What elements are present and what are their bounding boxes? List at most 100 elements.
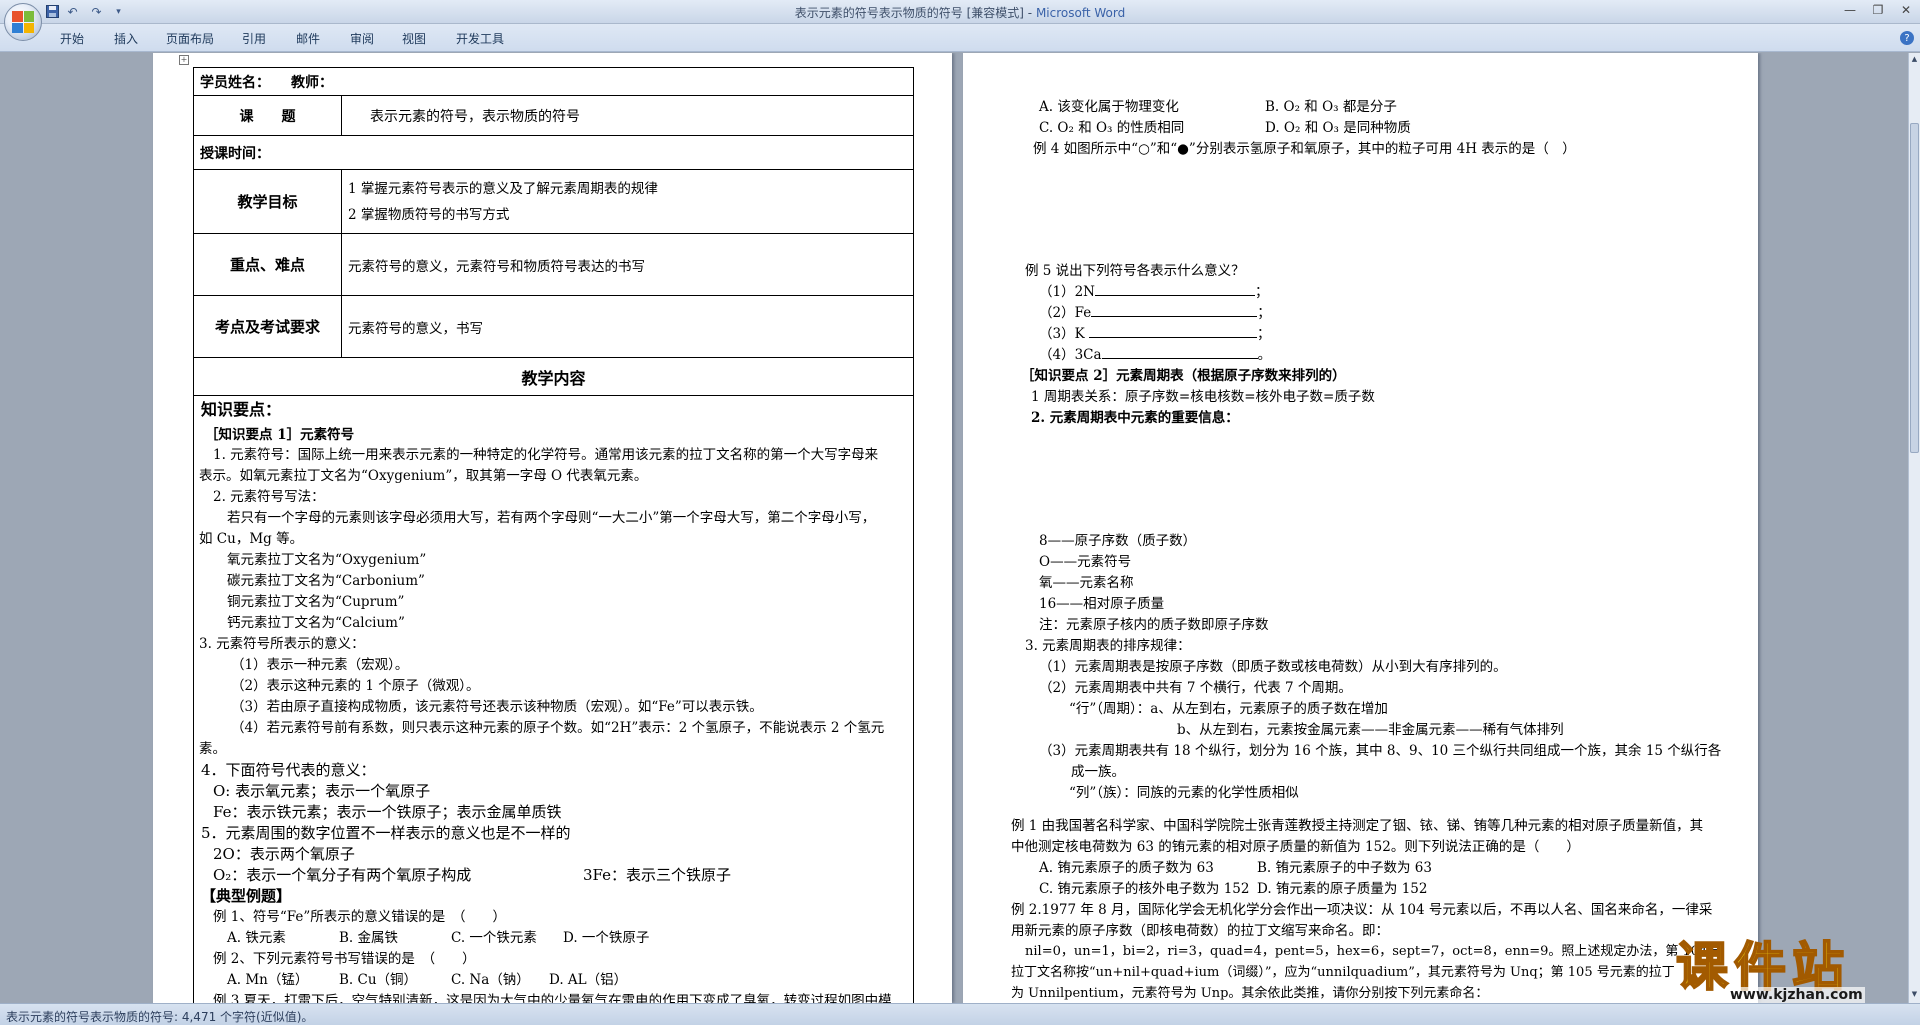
text-line: 若只有一个字母的元素则该字母必须用大写，若有两个字母则“一大二小”第一个字母大写… — [227, 510, 876, 526]
option-a: A. 铁元素 — [227, 930, 286, 946]
text-line: （2）表示这种元素的 1 个原子（微观）。 — [231, 678, 480, 694]
text-line: b、从左到右，元素按金属元素——非金属元素——稀有气体排列 — [1177, 722, 1564, 738]
tab-mailings[interactable]: 邮件 — [296, 30, 320, 47]
document-title: 表示元素的符号表示物质的符号 [兼容模式] — [794, 6, 1024, 20]
text-line: 1 周期表关系：原子序数=核电核数=核外电子数=质子数 — [1031, 389, 1375, 405]
text-line: nil=0，un=1，bi=2，ri=3，quad=4，pent=5，hex=6… — [1025, 944, 1725, 959]
tab-references[interactable]: 引用 — [242, 30, 266, 47]
blank-label: （3）K — [1039, 326, 1085, 342]
text-line: 注：元素原子核内的质子数即原子序数 — [1039, 617, 1269, 633]
save-icon[interactable] — [44, 3, 61, 20]
help-icon[interactable]: ? — [1900, 31, 1914, 45]
text-line: O: 表示氧元素；表示一个氧原子 — [213, 782, 431, 800]
section1-heading: ［知识要点 1］元素符号 — [205, 427, 355, 443]
page-right[interactable]: A. 该变化属于物理变化 B. O₂ 和 O₃ 都是分子 C. O₂ 和 O₃ … — [963, 53, 1758, 1003]
document-workspace: + 学员姓名： 教师： 课 题 表示元素的符号，表示物质的符号 授课时间： 教学… — [0, 53, 1908, 1003]
scroll-thumb[interactable] — [1910, 123, 1919, 453]
option-b: B. 铕元素原子的中子数为 63 — [1257, 860, 1432, 876]
tab-insert[interactable]: 插入 — [114, 30, 138, 47]
text-line: 8——原子序数（质子数） — [1039, 533, 1197, 549]
section2-heading: ［知识要点 2］元素周期表（根据原子序数来排列的） — [1021, 368, 1346, 384]
text-line: 拉丁文名称按“un+nil+quad+ium（词缀）”，应为“unnilquad… — [1011, 965, 1675, 980]
topic-value: 表示元素的符号，表示物质的符号 — [341, 95, 914, 136]
goals-value: 1 掌握元素符号表示的意义及了解元素周期表的规律 2 掌握物质符号的书写方式 — [341, 169, 914, 234]
minimize-icon[interactable]: — — [1838, 1, 1862, 19]
vertical-scrollbar[interactable]: ▲ ▼ — [1908, 53, 1920, 1003]
option-c: C. 一个铁元素 — [451, 930, 537, 946]
text-line: 1. 元素符号：国际上统一用来表示元素的一种特定的化学符号。通常用该元素的拉丁文… — [213, 447, 879, 463]
text-line: 例 1 由我国著名科学家、中国科学院院士张青莲教授主持测定了铟、铱、锑、铕等几种… — [1011, 818, 1704, 834]
text-line: 成一族。 — [1071, 764, 1125, 780]
text-line: “列”（族）：同族的元素的化学性质相似 — [1069, 785, 1299, 801]
text-line: （2）元素周期表中共有 7 个横行，代表 7 个周期。 — [1039, 680, 1352, 696]
option-d: D. AL（铝） — [549, 972, 628, 988]
text-line: 铜元素拉丁文名为“Cuprum” — [227, 594, 405, 610]
watermark-url: www.kjzhan.com — [1728, 987, 1865, 1003]
text-line: 3Fe：表示三个铁原子 — [583, 866, 732, 884]
close-icon[interactable]: ✕ — [1894, 1, 1918, 19]
title-separator: - — [1023, 6, 1036, 20]
customize-icon[interactable]: ▾ — [110, 3, 127, 20]
option-b: B. O₂ 和 O₃ 都是分子 — [1265, 99, 1397, 115]
text-line: 如 Cu，Mg 等。 — [199, 531, 304, 547]
answer-blank[interactable] — [1091, 305, 1258, 317]
option-a: A. 铕元素原子的质子数为 63 — [1039, 860, 1214, 876]
scroll-up-icon[interactable]: ▲ — [1910, 55, 1919, 66]
text-line: （3）若由原子直接构成物质，该元素符号还表示该种物质（宏观）。如“Fe”可以表示… — [231, 699, 763, 715]
content-title: 教学内容 — [193, 357, 914, 396]
exam-value: 元素符号的意义，书写 — [341, 295, 914, 358]
student-label: 学员姓名： — [200, 74, 263, 91]
time-label: 授课时间： — [193, 135, 914, 170]
text-line: 5．元素周围的数字位置不一样表示的意义也是不一样的 — [201, 824, 571, 842]
tab-view[interactable]: 视图 — [402, 30, 426, 47]
undo-icon[interactable]: ↶ — [64, 3, 81, 20]
tab-developer[interactable]: 开发工具 — [456, 30, 504, 47]
ribbon-tabs: 开始 插入 页面布局 引用 邮件 审阅 视图 开发工具 ? — [0, 24, 1920, 52]
teacher-label: 教师： — [291, 74, 333, 91]
tab-review[interactable]: 审阅 — [350, 30, 374, 47]
goal-2: 2 掌握物质符号的书写方式 — [348, 206, 510, 223]
option-c: C. O₂ 和 O₃ 的性质相同 — [1039, 120, 1185, 136]
text-line: 例 2.1977 年 8 月，国际化学会无机化学分会作出一项决议：从 104 号… — [1011, 902, 1713, 918]
redo-icon[interactable]: ↷ — [88, 3, 105, 20]
text-line: 4．下面符号代表的意义： — [201, 761, 376, 779]
text-line: 例 3 夏天，打雷下后，空气特别清新，这是因为大气中的少量氧气在雷电的作用下变成… — [213, 993, 892, 1003]
status-text: 表示元素的符号表示物质的符号: 4,471 个字符(近似值)。 — [6, 1010, 314, 1024]
goal-1: 1 掌握元素符号表示的意义及了解元素周期表的规律 — [348, 180, 658, 197]
text-line: 为 Unnilpentium，元素符号为 Unp。其余依此类推，请你分别按下列元… — [1011, 986, 1489, 1001]
answer-blank[interactable] — [1101, 347, 1258, 359]
text-line: O——元素符号 — [1039, 554, 1132, 570]
answer-blank[interactable] — [1095, 284, 1255, 296]
restore-icon[interactable]: ❐ — [1866, 1, 1890, 19]
answer-blank[interactable] — [1088, 326, 1257, 338]
text-line: 素。 — [199, 741, 226, 757]
blank-label: （2）Fe — [1039, 305, 1092, 321]
watermark-logo: 课件站 www.kjzhan.com — [1668, 925, 1918, 1005]
tab-page-layout[interactable]: 页面布局 — [166, 30, 214, 47]
option-c: C. 铕元素原子的核外电子数为 152 — [1039, 881, 1250, 897]
text-line: （1）表示一种元素（宏观）。 — [231, 657, 409, 673]
blank-label: （4）3Ca — [1039, 347, 1102, 363]
text-line: 表示。如氧元素拉丁文名为“Oxygenium”，取其第一字母 O 代表氧元素。 — [199, 468, 648, 484]
text-line: 2. 元素符号写法： — [213, 489, 325, 505]
tab-home[interactable]: 开始 — [60, 30, 84, 47]
blank-line-2: （2）Fe； — [1039, 305, 1271, 321]
text-line: （4）若元素符号前有系数，则只表示这种元素的原子个数。如“2H”表示：2 个氢原… — [231, 720, 885, 736]
focus-value: 元素符号的意义，元素符号和物质符号表达的书写 — [341, 233, 914, 296]
focus-label: 重点、难点 — [193, 233, 342, 296]
student-teacher-cell: 学员姓名： 教师： — [193, 67, 914, 96]
office-button[interactable] — [4, 3, 42, 41]
title-bar: 表示元素的符号表示物质的符号 [兼容模式] - Microsoft Word ↶… — [0, 0, 1920, 24]
text-line: 用新元素的原子序数（即核电荷数）的拉丁文缩写来命名。即： — [1011, 923, 1389, 939]
text-line: 例 1、符号“Fe”所表示的意义错误的是 （ ） — [213, 909, 507, 925]
text-line: 例 4 如图所示中“○”和“●”分别表示氢原子和氧原子，其中的粒子可用 4H 表… — [1033, 141, 1576, 157]
text-line: 氧——元素名称 — [1039, 575, 1134, 591]
option-d: D. 铕元素的原子质量为 152 — [1257, 881, 1428, 897]
exam-label: 考点及考试要求 — [193, 295, 342, 358]
table-move-handle-icon[interactable]: + — [179, 55, 189, 65]
page-left[interactable]: + 学员姓名： 教师： 课 题 表示元素的符号，表示物质的符号 授课时间： 教学… — [153, 53, 952, 1003]
app-name: Microsoft Word — [1035, 6, 1126, 20]
topic-label: 课 题 — [193, 95, 342, 136]
goals-label: 教学目标 — [193, 169, 342, 234]
option-d: D. 一个铁原子 — [563, 930, 650, 946]
